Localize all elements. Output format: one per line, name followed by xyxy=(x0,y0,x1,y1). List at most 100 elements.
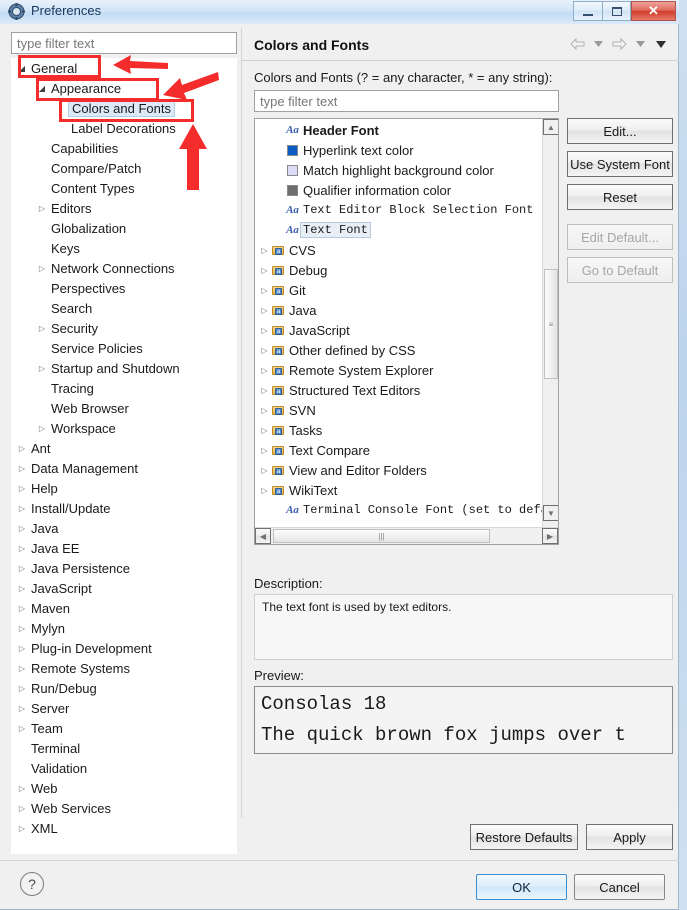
back-arrow-icon[interactable] xyxy=(568,36,586,52)
tree-item-general[interactable]: ◢ General xyxy=(11,58,237,78)
font-tree-item-svn[interactable]: ▷ a SVN xyxy=(255,400,542,420)
font-tree-item-git[interactable]: ▷ a Git xyxy=(255,280,542,300)
font-tree-vertical-scrollbar[interactable]: ▲ ≡ ▼ xyxy=(542,119,558,528)
tree-item-java[interactable]: ▷ Java xyxy=(11,518,237,538)
collapsed-arrow-icon[interactable]: ▷ xyxy=(35,324,49,333)
font-tree-item-text-compare[interactable]: ▷ a Text Compare xyxy=(255,440,542,460)
collapsed-arrow-icon[interactable]: ▷ xyxy=(258,246,271,255)
tree-item-xml[interactable]: ▷ XML xyxy=(11,818,237,838)
font-tree-item-text-editor-block-selection-font[interactable]: Aa Text Editor Block Selection Font xyxy=(255,200,542,220)
horizontal-scroll-thumb[interactable]: ||| xyxy=(273,529,490,543)
collapsed-arrow-icon[interactable]: ▷ xyxy=(258,326,271,335)
apply-button[interactable]: Apply xyxy=(586,824,673,850)
scroll-down-button[interactable]: ▼ xyxy=(543,505,558,521)
collapsed-arrow-icon[interactable]: ▷ xyxy=(15,484,29,493)
tree-item-team[interactable]: ▷ Team xyxy=(11,718,237,738)
collapsed-arrow-icon[interactable]: ▷ xyxy=(15,464,29,473)
restore-defaults-button[interactable]: Restore Defaults xyxy=(470,824,578,850)
tree-item-javascript[interactable]: ▷ JavaScript xyxy=(11,578,237,598)
preferences-tree[interactable]: ◢ General ◢ Appearance Colors and Fonts Label… xyxy=(11,58,237,854)
tree-item-capabilities[interactable]: Capabilities xyxy=(11,138,237,158)
cancel-button[interactable]: Cancel xyxy=(574,874,665,900)
tree-item-mylyn[interactable]: ▷ Mylyn xyxy=(11,618,237,638)
collapsed-arrow-icon[interactable]: ▷ xyxy=(258,486,271,495)
tree-item-editors[interactable]: ▷ Editors xyxy=(11,198,237,218)
collapsed-arrow-icon[interactable]: ▷ xyxy=(15,564,29,573)
collapsed-arrow-icon[interactable]: ▷ xyxy=(15,624,29,633)
font-tree-item-view-and-editor-folders[interactable]: ▷ a View and Editor Folders xyxy=(255,460,542,480)
tree-item-plug-in-development[interactable]: ▷ Plug-in Development xyxy=(11,638,237,658)
ok-button[interactable]: OK xyxy=(476,874,567,900)
font-tree-item-text-font[interactable]: Aa Text Font xyxy=(255,220,542,240)
font-tree-item-hyperlink-text-color[interactable]: Hyperlink text color xyxy=(255,140,542,160)
maximize-button[interactable] xyxy=(602,1,631,21)
collapsed-arrow-icon[interactable]: ▷ xyxy=(15,644,29,653)
collapsed-arrow-icon[interactable]: ▷ xyxy=(15,784,29,793)
collapsed-arrow-icon[interactable]: ▷ xyxy=(258,366,271,375)
font-tree-item-tasks[interactable]: ▷ a Tasks xyxy=(255,420,542,440)
tree-item-startup-and-shutdown[interactable]: ▷ Startup and Shutdown xyxy=(11,358,237,378)
collapsed-arrow-icon[interactable]: ▷ xyxy=(15,824,29,833)
collapsed-arrow-icon[interactable]: ▷ xyxy=(258,466,271,475)
font-tree-item-qualifier-information-color[interactable]: Qualifier information color xyxy=(255,180,542,200)
collapsed-arrow-icon[interactable]: ▷ xyxy=(15,704,29,713)
collapsed-arrow-icon[interactable]: ▷ xyxy=(258,306,271,315)
font-tree-item-other-defined-by-css[interactable]: ▷ a Other defined by CSS xyxy=(255,340,542,360)
tree-item-colors-and-fonts[interactable]: Colors and Fonts xyxy=(11,98,237,118)
tree-item-globalization[interactable]: Globalization xyxy=(11,218,237,238)
font-filter-input[interactable]: type filter text xyxy=(254,90,559,112)
tree-item-run-debug[interactable]: ▷ Run/Debug xyxy=(11,678,237,698)
collapsed-arrow-icon[interactable]: ▷ xyxy=(15,544,29,553)
scroll-right-button[interactable]: ▶ xyxy=(542,528,558,544)
collapsed-arrow-icon[interactable]: ▷ xyxy=(15,664,29,673)
tree-item-network-connections[interactable]: ▷ Network Connections xyxy=(11,258,237,278)
tree-item-data-management[interactable]: ▷ Data Management xyxy=(11,458,237,478)
collapsed-arrow-icon[interactable]: ▷ xyxy=(35,424,49,433)
collapsed-arrow-icon[interactable]: ▷ xyxy=(258,286,271,295)
tree-item-maven[interactable]: ▷ Maven xyxy=(11,598,237,618)
font-tree-item-java[interactable]: ▷ a Java xyxy=(255,300,542,320)
collapsed-arrow-icon[interactable]: ▷ xyxy=(15,724,29,733)
forward-arrow-icon[interactable] xyxy=(610,36,628,52)
tree-item-service-policies[interactable]: Service Policies xyxy=(11,338,237,358)
font-tree-item-javascript[interactable]: ▷ a JavaScript xyxy=(255,320,542,340)
collapsed-arrow-icon[interactable]: ▷ xyxy=(15,504,29,513)
font-tree-item-remote-system-explorer[interactable]: ▷ a Remote System Explorer xyxy=(255,360,542,380)
menu-chevron-down-icon[interactable] xyxy=(652,36,670,52)
font-tree-item-cvs[interactable]: ▷ a CVS xyxy=(255,240,542,260)
collapsed-arrow-icon[interactable]: ▷ xyxy=(258,346,271,355)
tree-item-label-decorations[interactable]: Label Decorations xyxy=(11,118,237,138)
tree-item-perspectives[interactable]: Perspectives xyxy=(11,278,237,298)
tree-item-validation[interactable]: Validation xyxy=(11,758,237,778)
collapsed-arrow-icon[interactable]: ▷ xyxy=(258,266,271,275)
close-button[interactable]: ✕ xyxy=(631,1,676,21)
reset-button[interactable]: Reset xyxy=(567,184,673,210)
tree-item-web-browser[interactable]: Web Browser xyxy=(11,398,237,418)
tree-item-tracing[interactable]: Tracing xyxy=(11,378,237,398)
tree-item-compare-patch[interactable]: Compare/Patch xyxy=(11,158,237,178)
tree-item-help[interactable]: ▷ Help xyxy=(11,478,237,498)
tree-item-terminal[interactable]: Terminal xyxy=(11,738,237,758)
font-tree-item-debug[interactable]: ▷ a Debug xyxy=(255,260,542,280)
collapsed-arrow-icon[interactable]: ▷ xyxy=(15,524,29,533)
edit-button[interactable]: Edit... xyxy=(567,118,673,144)
font-tree-item-terminal-console-font-set-to-defau[interactable]: Aa Terminal Console Font (set to defau xyxy=(255,500,555,520)
tree-item-search[interactable]: Search xyxy=(11,298,237,318)
tree-item-keys[interactable]: Keys xyxy=(11,238,237,258)
font-tree-item-match-highlight-background-color[interactable]: Match highlight background color xyxy=(255,160,542,180)
font-tree[interactable]: Aa Header Font Hyperlink text color Match h… xyxy=(255,120,555,520)
tree-item-ant[interactable]: ▷ Ant xyxy=(11,438,237,458)
use-system-font-button[interactable]: Use System Font xyxy=(567,151,673,177)
tree-item-install-update[interactable]: ▷ Install/Update xyxy=(11,498,237,518)
back-chevron-down-icon[interactable] xyxy=(589,36,607,52)
vertical-scroll-thumb[interactable]: ≡ xyxy=(544,269,558,379)
help-icon[interactable]: ? xyxy=(20,872,44,896)
expanded-arrow-icon[interactable]: ◢ xyxy=(35,84,49,93)
font-tree-item-wikitext[interactable]: ▷ a WikiText xyxy=(255,480,542,500)
expanded-arrow-icon[interactable]: ◢ xyxy=(15,64,29,73)
tree-item-remote-systems[interactable]: ▷ Remote Systems xyxy=(11,658,237,678)
scroll-up-button[interactable]: ▲ xyxy=(543,119,558,135)
collapsed-arrow-icon[interactable]: ▷ xyxy=(258,426,271,435)
tree-item-java-persistence[interactable]: ▷ Java Persistence xyxy=(11,558,237,578)
collapsed-arrow-icon[interactable]: ▷ xyxy=(258,386,271,395)
